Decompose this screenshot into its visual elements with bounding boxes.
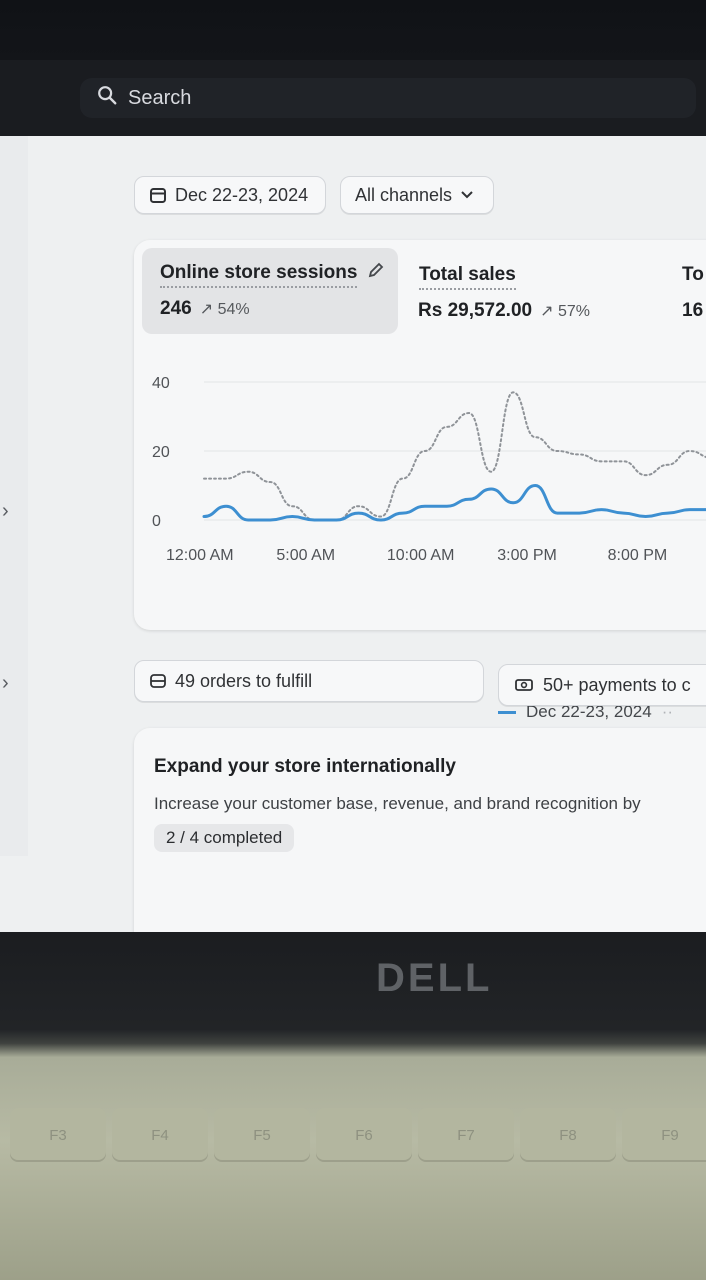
keyboard-key: F9 <box>622 1108 706 1162</box>
x-tick-label: 3:00 PM <box>497 547 557 564</box>
date-range-label: Dec 22-23, 2024 <box>175 184 309 205</box>
date-range-button[interactable]: Dec 22-23, 2024 <box>134 176 326 214</box>
search-bar[interactable]: Search <box>80 78 696 118</box>
legend-swatch <box>498 710 516 714</box>
series-line-current <box>202 483 706 522</box>
orders-to-fulfill-button[interactable]: 49 orders to fulfill <box>134 660 484 702</box>
payments-button[interactable]: 50+ payments to c <box>498 664 706 706</box>
chevron-right-icon[interactable]: › <box>2 500 9 523</box>
y-tick-label: 0 <box>152 513 161 530</box>
keyboard-function-row: F3 F4 F5 F6 F7 F8 F9 <box>0 1108 706 1168</box>
laptop-body <box>0 932 706 1280</box>
analytics-card: Online store sessions 246 ↗ 54% Total sal… <box>134 240 706 721</box>
keyboard-key: F6 <box>316 1108 412 1162</box>
channel-select[interactable]: All channels <box>340 176 494 214</box>
search-placeholder: Search <box>128 86 192 109</box>
x-tick-label: 8:00 PM <box>608 547 668 564</box>
series-line-comparison <box>203 391 706 521</box>
sidebar-edge: › › <box>0 136 28 856</box>
expand-title: Expand your store internationally <box>154 756 456 777</box>
cash-icon <box>515 679 533 691</box>
sessions-line-chart: 40 20 0 12:00 AM 5:00 AM 10:00 AM 3:00 PM 8:00 … <box>152 375 706 564</box>
progress-badge: 2 / 4 completed <box>154 824 295 852</box>
keyboard-key: F3 <box>10 1108 106 1162</box>
calendar-icon <box>150 188 166 203</box>
inbox-icon <box>150 674 166 688</box>
y-tick-label: 20 <box>152 444 170 461</box>
keyboard-key: F7 <box>418 1108 514 1162</box>
expand-intl-card[interactable]: Expand your store internationally Increa… <box>134 728 706 932</box>
x-tick-label: 12:00 AM <box>166 547 234 564</box>
orders-label: 49 orders to fulfill <box>175 670 313 691</box>
payments-label: 50+ payments to c <box>543 674 691 695</box>
x-tick-label: 5:00 AM <box>276 547 335 564</box>
chevron-down-icon <box>461 191 473 199</box>
keyboard-key: F4 <box>112 1108 208 1162</box>
dashboard-screen: › › Dec 22-23, 2024 All channels Online … <box>0 136 706 932</box>
search-icon <box>96 84 118 112</box>
channel-label: All channels <box>355 184 453 205</box>
y-tick-label: 40 <box>152 375 170 392</box>
keyboard-key: F5 <box>214 1108 310 1162</box>
keyboard-key: F8 <box>520 1108 616 1162</box>
chevron-right-icon[interactable]: › <box>2 672 9 695</box>
expand-description: Increase your customer base, revenue, an… <box>154 794 641 813</box>
x-tick-label: 10:00 AM <box>387 547 455 564</box>
dell-logo: DELL <box>376 956 493 1000</box>
